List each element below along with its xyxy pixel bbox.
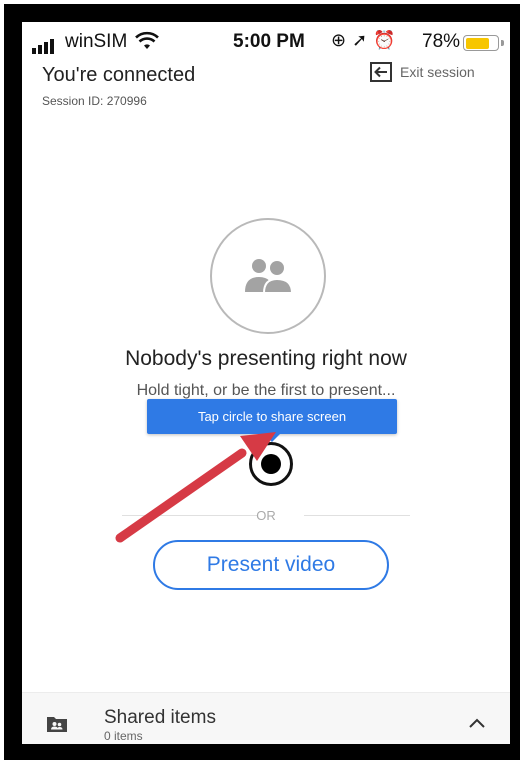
chevron-up-icon[interactable] [468,717,486,729]
annotation-arrow [115,432,276,543]
screenshot-frame: winSIM 5:00 PM ⊕➚⏰ 78% You're connected … [4,4,520,760]
shared-items-count: 0 items [104,729,143,743]
phone-screen: winSIM 5:00 PM ⊕➚⏰ 78% You're connected … [22,22,510,744]
shared-items-bar[interactable]: Shared items 0 items [22,692,510,744]
shared-folder-icon [47,717,67,732]
shared-items-title: Shared items [104,707,216,728]
